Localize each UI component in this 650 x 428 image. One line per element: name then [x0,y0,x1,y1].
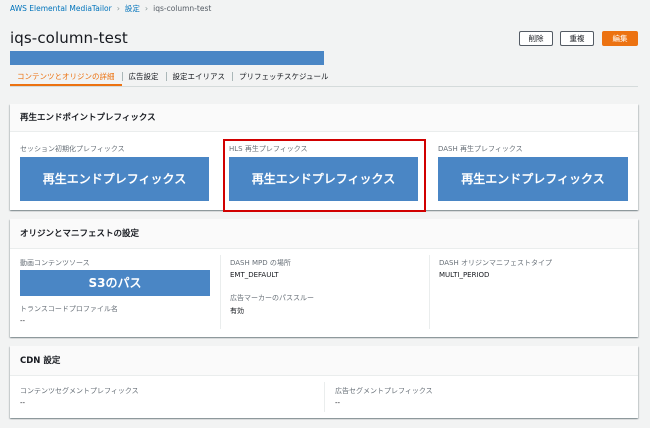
content-segment-prefix-label: コンテンツセグメントプレフィックス [20,387,139,395]
column-divider [429,255,430,329]
page-title: iqs-column-test [10,29,128,47]
chevron-right-icon: › [144,4,149,13]
tab-ad-settings[interactable]: 広告設定 [121,67,166,86]
video-source-label: 動画コンテンツソース [20,259,90,267]
breadcrumb-settings-link[interactable]: 設定 [125,3,140,14]
tab-content-origin-details[interactable]: コンテンツとオリジンの詳細 [10,67,122,86]
dash-prefix-label: DASH 再生プレフィックス [438,145,523,153]
duplicate-button[interactable]: 重複 [560,31,594,46]
panel-title: CDN 設定 [10,346,638,376]
tab-prefetch-schedule[interactable]: プリフェッチスケジュール [232,67,335,86]
highlight-box [223,139,426,212]
origin-manifest-panel: オリジンとマニフェストの設定 動画コンテンツソース S3のパス トランスコードプ… [10,219,638,337]
panel-title: オリジンとマニフェストの設定 [10,219,638,249]
transcode-profile-value: -- [20,317,26,325]
column-divider [220,255,221,329]
cdn-settings-panel: CDN 設定 コンテンツセグメントプレフィックス -- 広告セグメントプレフィッ… [10,346,638,418]
tab-bar: コンテンツとオリジンの詳細 広告設定 設定エイリアス プリフェッチスケジュール [10,67,335,86]
content-segment-prefix-value: -- [20,399,26,407]
ad-marker-passthrough-label: 広告マーカーのパススルー [230,294,314,302]
breadcrumb: AWS Elemental MediaTailor › 設定 › iqs-col… [10,3,211,14]
ad-marker-passthrough-value: 有効 [230,307,244,315]
tab-divider [10,86,638,87]
transcode-profile-label: トランスコードプロファイル名 [20,305,118,313]
chevron-right-icon: › [116,4,120,13]
edit-button[interactable]: 編集 [602,31,638,46]
dash-manifest-type-value: MULTI_PERIOD [439,271,490,279]
breadcrumb-service-link[interactable]: AWS Elemental MediaTailor [10,4,112,13]
breadcrumb-current: iqs-column-test [153,4,212,13]
ad-segment-prefix-label: 広告セグメントプレフィックス [335,387,433,395]
mpd-location-value: EMT_DEFAULT [230,271,279,279]
session-init-value: 再生エンドプレフィックス [20,157,209,201]
delete-button[interactable]: 削除 [519,31,553,46]
video-source-value: S3のパス [20,270,210,296]
panel-title: 再生エンドポイントプレフィックス [10,104,638,132]
redacted-bar [10,51,324,65]
mpd-location-label: DASH MPD の場所 [230,259,291,267]
column-divider [324,382,325,412]
dash-manifest-type-label: DASH オリジンマニフェストタイプ [439,259,552,267]
tab-config-aliases[interactable]: 設定エイリアス [165,67,233,86]
session-init-label: セッション初期化プレフィックス [20,145,125,153]
ad-segment-prefix-value: -- [335,399,341,407]
dash-prefix-value: 再生エンドプレフィックス [438,157,628,201]
